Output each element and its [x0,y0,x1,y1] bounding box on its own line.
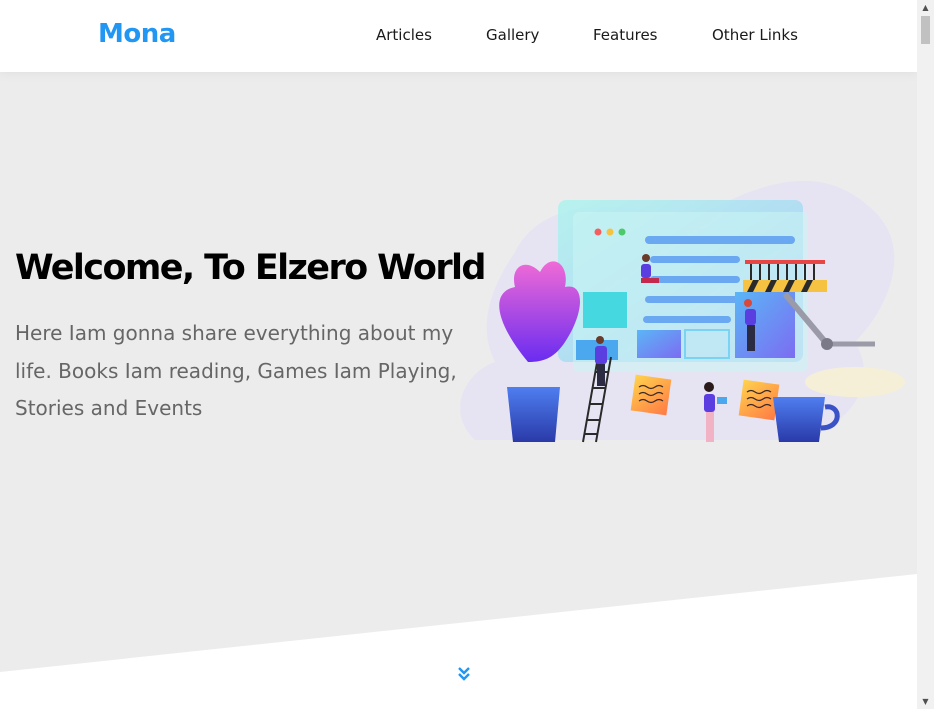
scroll-up-arrow-icon[interactable]: ▲ [917,0,934,15]
hero-text: Here Iam gonna share everything about my… [15,321,457,420]
nav-link-other-links[interactable]: Other Links [712,26,798,44]
scrollbar-thumb[interactable] [921,16,930,44]
double-chevron-down-icon[interactable] [456,666,472,685]
hero-illustration [460,180,905,443]
hero-title: Welcome, To Elzero World [15,248,486,288]
scrollbar[interactable]: ▲ ▼ [917,0,934,709]
nav-link-articles[interactable]: Articles [376,26,432,44]
nav-link-features[interactable]: Features [593,26,658,44]
hero-section: Welcome, To Elzero World Here Iam gonna … [0,72,917,672]
site-header: Mona Articles Gallery Features Other Lin… [0,0,917,72]
logo[interactable]: Mona [98,19,176,49]
scroll-down-arrow-icon[interactable]: ▼ [917,694,934,709]
nav-link-gallery[interactable]: Gallery [486,26,539,44]
